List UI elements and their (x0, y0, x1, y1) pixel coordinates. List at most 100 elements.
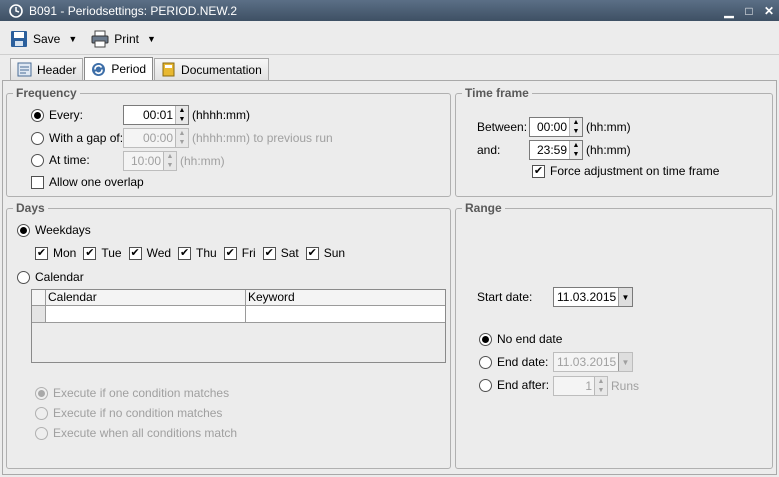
spin-up-icon[interactable]: ▲ (570, 141, 582, 150)
weekday-label: Sun (323, 246, 346, 260)
print-button[interactable]: Print ▼ (87, 26, 160, 52)
chevron-down-icon[interactable]: ▼ (147, 34, 156, 44)
between-unit: (hh:mm) (586, 120, 631, 134)
no-end-date-label: No end date (497, 332, 563, 346)
fri-checkbox[interactable]: ✔ (223, 246, 237, 260)
table-cell-keyword[interactable] (246, 306, 445, 322)
mon-checkbox[interactable]: ✔ (35, 246, 48, 260)
condition-none-radio[interactable] (35, 406, 48, 420)
spin-up-icon[interactable]: ▲ (176, 129, 188, 138)
form-icon (17, 62, 32, 77)
calendar-table[interactable]: Calendar Keyword (31, 289, 446, 363)
column-header-keyword[interactable]: Keyword (246, 290, 445, 305)
close-icon[interactable]: ✕ (759, 4, 779, 18)
at-time-option[interactable]: At time: (31, 153, 90, 167)
end-date-option[interactable]: End date: (479, 355, 548, 369)
every-option[interactable]: Every: (31, 108, 83, 122)
wed-checkbox[interactable]: ✔ (128, 246, 142, 260)
print-label: Print (114, 31, 139, 46)
spin-down-icon[interactable]: ▼ (176, 138, 188, 147)
force-adjust-option[interactable]: ✔ Force adjustment on time frame (532, 164, 719, 178)
at-time-spinner[interactable]: 10:00 ▲ ▼ (123, 151, 177, 171)
spin-down-icon[interactable]: ▼ (570, 150, 582, 159)
end-after-radio[interactable] (479, 378, 492, 392)
printer-icon (91, 30, 109, 47)
chevron-down-icon[interactable]: ▼ (618, 353, 632, 371)
title-bar: B091 - Periodsettings: PERIOD.NEW.2 ▁ □ … (0, 0, 779, 21)
spin-down-icon[interactable]: ▼ (176, 115, 188, 124)
cycle-icon (92, 62, 106, 76)
allow-overlap-checkbox[interactable] (31, 175, 44, 189)
tab-documentation[interactable]: Documentation (154, 58, 269, 80)
sat-checkbox[interactable]: ✔ (262, 246, 276, 260)
and-spinner[interactable]: 23:59 ▲ ▼ (529, 140, 583, 160)
spin-down-icon[interactable]: ▼ (595, 386, 607, 395)
condition-all-radio[interactable] (35, 426, 48, 440)
weekdays-option[interactable]: Weekdays (17, 223, 91, 237)
table-cell-calendar[interactable] (46, 306, 246, 322)
allow-overlap-label: Allow one overlap (49, 175, 144, 189)
minimize-icon[interactable]: ▁ (719, 4, 739, 18)
and-unit: (hh:mm) (586, 143, 631, 157)
sun-checkbox[interactable]: ✔ (305, 246, 319, 260)
tab-period[interactable]: Period (84, 57, 154, 80)
group-title: Time frame (462, 86, 532, 100)
spin-down-icon[interactable]: ▼ (570, 127, 582, 136)
chevron-down-icon[interactable]: ▼ (68, 34, 77, 44)
no-end-date-radio[interactable] (479, 332, 492, 346)
spin-up-icon[interactable]: ▲ (570, 118, 582, 127)
weekday-label: Sat (280, 246, 299, 260)
weekdays-radio[interactable] (17, 223, 30, 237)
start-date-label: Start date: (477, 290, 533, 304)
condition-all-option[interactable]: Execute when all conditions match (35, 426, 237, 440)
end-date-value: 11.03.2015 (557, 355, 617, 369)
chevron-down-icon[interactable]: ▼ (618, 288, 632, 306)
end-after-spinner[interactable]: 1 ▲ ▼ (553, 376, 608, 396)
group-title: Days (13, 201, 48, 215)
calendar-option[interactable]: Calendar (17, 270, 84, 284)
calendar-radio[interactable] (17, 270, 30, 284)
gap-spinner[interactable]: 00:00 ▲ ▼ (123, 128, 189, 148)
between-value: 00:00 (536, 120, 567, 134)
condition-none-option[interactable]: Execute if no condition matches (35, 406, 222, 420)
row-selector[interactable] (32, 306, 46, 322)
end-date-picker[interactable]: 11.03.2015 ▼ (553, 352, 633, 372)
spin-up-icon[interactable]: ▲ (595, 377, 607, 386)
condition-one-option[interactable]: Execute if one condition matches (35, 386, 229, 400)
save-label: Save (33, 31, 61, 46)
table-header: Calendar Keyword (32, 290, 445, 306)
and-label: and: (477, 143, 501, 157)
at-time-radio[interactable] (31, 153, 44, 167)
gap-option[interactable]: With a gap of: (31, 131, 123, 145)
gap-value: 00:00 (142, 131, 173, 145)
save-button[interactable]: Save ▼ (6, 26, 81, 52)
gap-radio[interactable] (31, 131, 44, 145)
tab-header[interactable]: Header (10, 58, 84, 80)
weekday-label: Fri (241, 246, 256, 260)
table-row[interactable] (32, 306, 445, 323)
maximize-icon[interactable]: □ (739, 4, 759, 18)
floppy-disk-icon (11, 30, 27, 47)
condition-one-radio[interactable] (35, 386, 48, 400)
tue-checkbox[interactable]: ✔ (83, 246, 97, 260)
every-label: Every: (49, 108, 84, 122)
start-date-picker[interactable]: 11.03.2015 ▼ (553, 287, 633, 307)
every-spinner[interactable]: 00:01 ▲ ▼ (123, 105, 189, 125)
column-header-calendar[interactable]: Calendar (46, 290, 246, 305)
tab-label: Period (111, 62, 147, 76)
condition-all-label: Execute when all conditions match (53, 426, 238, 440)
spin-down-icon[interactable]: ▼ (164, 161, 176, 170)
spin-up-icon[interactable]: ▲ (164, 152, 176, 161)
thu-checkbox[interactable]: ✔ (178, 246, 192, 260)
between-spinner[interactable]: 00:00 ▲ ▼ (529, 117, 583, 137)
every-radio[interactable] (31, 108, 44, 122)
spin-up-icon[interactable]: ▲ (176, 106, 188, 115)
weekday-label: Tue (101, 246, 122, 260)
calendar-label: Calendar (35, 270, 84, 284)
end-date-radio[interactable] (479, 355, 492, 369)
end-after-option[interactable]: End after: (479, 378, 549, 392)
allow-overlap-option[interactable]: Allow one overlap (31, 175, 144, 189)
end-date-label: End date: (497, 355, 549, 369)
no-end-date-option[interactable]: No end date (479, 332, 562, 346)
force-adjust-checkbox[interactable]: ✔ (532, 164, 545, 178)
